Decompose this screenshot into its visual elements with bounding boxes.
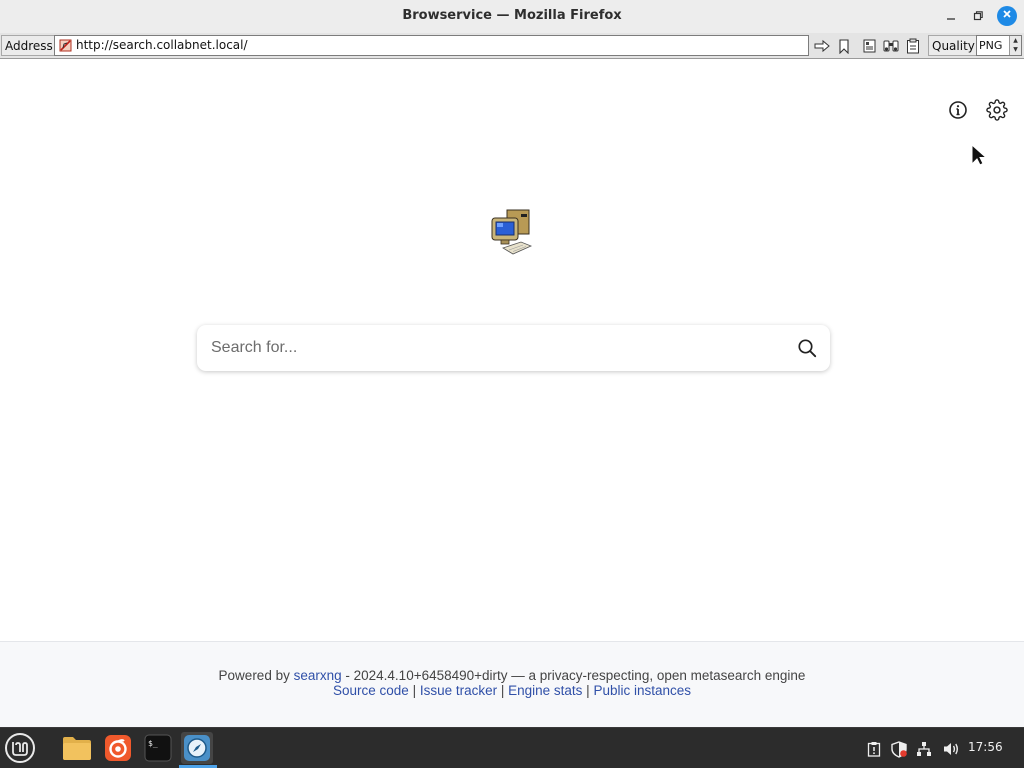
go-button[interactable] — [812, 36, 832, 56]
minimize-icon — [947, 18, 955, 20]
browser-compass-icon — [184, 735, 210, 761]
tray-update-shield[interactable] — [890, 740, 908, 758]
spin-up-icon[interactable]: ▲ — [1010, 36, 1021, 45]
address-field[interactable]: http://search.collabnet.local/ — [54, 35, 809, 56]
volume-icon — [943, 743, 958, 755]
taskbar: $_ 17:56 — [0, 727, 1024, 768]
arrow-right-icon — [814, 39, 830, 53]
network-icon — [917, 742, 931, 756]
page-find-icon — [863, 39, 876, 53]
address-label: Address — [1, 35, 57, 56]
engine-stats-link[interactable]: Engine stats — [508, 683, 582, 698]
taskbar-files[interactable] — [61, 732, 93, 764]
terminal-icon: $_ — [144, 734, 172, 762]
searxng-link[interactable]: searxng — [294, 668, 342, 683]
shield-icon — [891, 740, 907, 758]
start-menu-button[interactable] — [4, 732, 36, 764]
window-title: Browservice — Mozilla Firefox — [402, 8, 622, 23]
bookmark-icon — [839, 38, 849, 54]
clipboard-button[interactable] — [903, 36, 923, 56]
info-button[interactable] — [946, 98, 970, 122]
quality-label: Quality — [928, 35, 979, 56]
footer-separator: | — [408, 683, 420, 698]
search-submit-button[interactable] — [795, 336, 819, 360]
insecure-connection-icon — [59, 39, 72, 52]
binoculars-icon — [883, 40, 899, 52]
format-value: PNG — [979, 39, 1003, 52]
address-toolbar: Address http://search.collabnet.local/ Q… — [0, 33, 1024, 59]
url-text[interactable]: http://search.collabnet.local/ — [76, 36, 248, 55]
mouse-cursor-icon — [971, 144, 988, 166]
source-code-link[interactable]: Source code — [333, 683, 409, 698]
clipboard-icon — [907, 38, 919, 54]
preferences-button[interactable] — [985, 98, 1009, 122]
tray-volume[interactable] — [942, 740, 960, 758]
search-binoculars-button[interactable] — [881, 36, 901, 56]
format-spinner[interactable]: ▲ ▼ — [1009, 36, 1021, 55]
search-icon — [798, 339, 817, 358]
bookmark-button[interactable] — [834, 36, 854, 56]
powered-by-text: Powered by — [218, 668, 290, 683]
window-titlebar: Browservice — Mozilla Firefox — [0, 0, 1024, 33]
maximize-button[interactable] — [969, 8, 987, 26]
taskbar-terminal[interactable]: $_ — [142, 732, 174, 764]
tray-network[interactable] — [915, 740, 933, 758]
page-content: Powered by searxng - 2024.4.10+6458490+d… — [0, 60, 1024, 727]
svg-text:$_: $_ — [148, 739, 158, 748]
quality-format-select[interactable]: PNG ▲ ▼ — [976, 35, 1022, 56]
close-window-button[interactable] — [997, 6, 1017, 26]
taskbar-clock[interactable]: 17:56 — [968, 740, 1003, 754]
page-footer: Powered by searxng - 2024.4.10+6458490+d… — [0, 641, 1024, 727]
find-button[interactable] — [860, 36, 880, 56]
taskbar-browservice[interactable] — [181, 732, 213, 764]
public-instances-link[interactable]: Public instances — [593, 683, 691, 698]
maximize-icon — [973, 11, 983, 21]
taskbar-firefox[interactable] — [102, 732, 134, 764]
version-text: - 2024.4.10+6458490+dirty — a privacy-re… — [341, 668, 806, 683]
searxng-logo — [491, 209, 533, 255]
footer-separator: | — [582, 683, 594, 698]
close-icon — [1003, 10, 1011, 18]
search-input[interactable] — [211, 325, 781, 371]
minimize-button[interactable] — [942, 8, 960, 26]
search-form — [197, 325, 830, 371]
footer-powered-line: Powered by searxng - 2024.4.10+6458490+d… — [0, 668, 1024, 683]
linux-mint-menu-icon — [5, 733, 35, 763]
gear-icon — [986, 99, 1008, 121]
footer-separator: | — [497, 683, 509, 698]
info-icon — [949, 101, 967, 119]
firefox-icon — [105, 735, 131, 761]
folder-icon — [63, 737, 91, 760]
spin-down-icon[interactable]: ▼ — [1010, 45, 1021, 54]
clipboard-tray-icon — [867, 742, 881, 757]
issue-tracker-link[interactable]: Issue tracker — [420, 683, 497, 698]
footer-links: Source code | Issue tracker | Engine sta… — [0, 683, 1024, 698]
tray-clipboard[interactable] — [865, 740, 883, 758]
